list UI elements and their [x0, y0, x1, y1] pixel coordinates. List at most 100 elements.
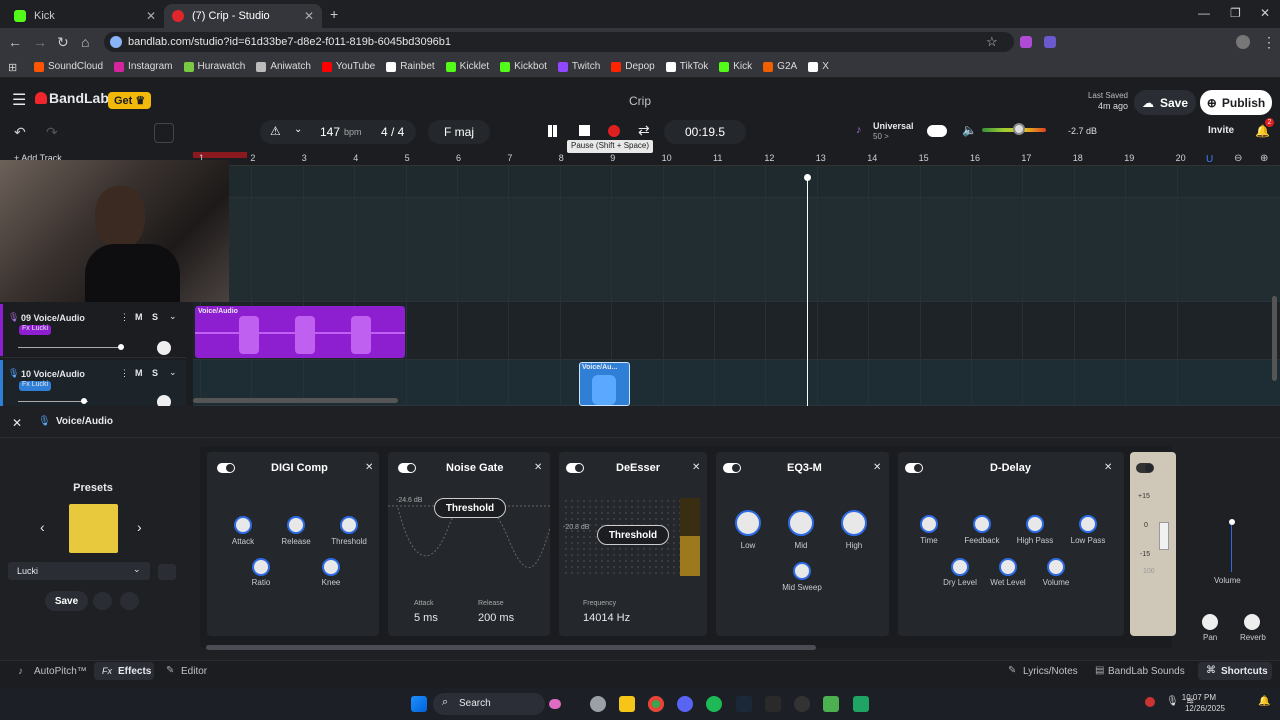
- close-icon[interactable]: ✕: [873, 462, 881, 473]
- audio-clip[interactable]: Voice/Au...: [579, 362, 630, 406]
- ruler-bar-number[interactable]: 4: [353, 153, 358, 163]
- pan-knob[interactable]: [1202, 614, 1218, 630]
- universal-label[interactable]: Universal: [873, 121, 914, 131]
- menu-icon[interactable]: ⋮: [1262, 34, 1276, 51]
- ruler-bar-number[interactable]: 15: [919, 153, 929, 163]
- track-arrangement[interactable]: Voice/Audio Voice/Au...: [193, 166, 1280, 406]
- editor-tab[interactable]: Editor: [181, 666, 207, 677]
- chevron-down-icon[interactable]: ⌄: [294, 124, 302, 135]
- preset-select[interactable]: Lucki ⌄: [8, 562, 150, 580]
- steam-icon[interactable]: [736, 696, 752, 712]
- magnet-icon[interactable]: U: [1206, 154, 1213, 165]
- bell-icon[interactable]: 🔔: [1258, 696, 1270, 707]
- chevron-left-icon[interactable]: ‹: [40, 519, 45, 535]
- ruler-bar-number[interactable]: 8: [559, 153, 564, 163]
- close-icon[interactable]: ✕: [692, 462, 700, 473]
- track-header[interactable]: 🎙 09 Voice/Audio Fx Lucki ⋮ M S ⌄: [0, 304, 186, 358]
- preset-save-button[interactable]: Save: [45, 591, 88, 611]
- url-field[interactable]: bandlab.com/studio?id=61d33be7-d8e2-f011…: [104, 32, 1014, 52]
- back-icon[interactable]: ←: [8, 34, 22, 50]
- app-icon[interactable]: [823, 696, 839, 712]
- universal-sub[interactable]: 50 >: [873, 132, 889, 141]
- chevron-right-icon[interactable]: ›: [137, 519, 142, 535]
- invite-button[interactable]: Invite: [1208, 125, 1234, 136]
- ruler-bar-number[interactable]: 19: [1124, 153, 1134, 163]
- epic-games-icon[interactable]: [765, 696, 781, 712]
- release-value[interactable]: 200 ms: [478, 612, 514, 624]
- low-pass-knob[interactable]: [1079, 515, 1097, 533]
- volume-handle[interactable]: [1229, 519, 1235, 525]
- ruler-bar-number[interactable]: 9: [610, 153, 615, 163]
- track-name[interactable]: 09 Voice/Audio: [21, 313, 85, 323]
- bookmark-kickbot[interactable]: Kickbot: [500, 61, 547, 72]
- attack-knob[interactable]: [234, 516, 252, 534]
- brand-name[interactable]: BandLab: [49, 90, 109, 106]
- extension-icon[interactable]: [1020, 36, 1032, 48]
- effect-toggle[interactable]: [723, 463, 741, 473]
- ruler-bar-number[interactable]: 20: [1176, 153, 1186, 163]
- close-icon[interactable]: ✕: [1104, 462, 1112, 473]
- high-knob[interactable]: [841, 510, 867, 536]
- key-selector[interactable]: F maj: [428, 120, 490, 144]
- bookmark-youtube[interactable]: YouTube: [321, 61, 375, 72]
- bookmark-x[interactable]: X: [808, 61, 829, 72]
- speaker-icon[interactable]: 🔈: [962, 123, 977, 137]
- windows-start-icon[interactable]: [411, 696, 427, 712]
- file-explorer-icon[interactable]: [619, 696, 635, 712]
- record-icon[interactable]: [608, 125, 620, 137]
- more-icon[interactable]: ⋮: [120, 368, 129, 379]
- loop-icon[interactable]: ⇄: [638, 122, 650, 139]
- fader-handle[interactable]: [1159, 522, 1169, 550]
- frequency-value[interactable]: 14014 Hz: [583, 612, 630, 624]
- apps-icon[interactable]: ⊞: [8, 61, 17, 74]
- redo-icon[interactable]: ↷: [46, 124, 58, 141]
- high-pass-knob[interactable]: [1026, 515, 1044, 533]
- spotify-icon[interactable]: [706, 696, 722, 712]
- effect-toggle[interactable]: [566, 463, 584, 473]
- discord-icon[interactable]: [677, 696, 693, 712]
- effect-toggle[interactable]: [217, 463, 235, 473]
- close-icon[interactable]: ✕: [365, 462, 373, 473]
- more-icon[interactable]: [120, 592, 139, 610]
- tab-studio[interactable]: (7) Crip - Studio ✕: [164, 4, 322, 28]
- bookmark-g2a[interactable]: G2A: [763, 61, 797, 72]
- pause-icon[interactable]: [548, 125, 552, 137]
- timeline-ruler[interactable]: U ⊖ ⊕ 1 2 3 4 5 6 7 8 9 10 11 12 13 14 15 16 17 18 19 20: [193, 152, 1280, 166]
- volume-handle[interactable]: [118, 344, 124, 350]
- pan-knob[interactable]: [157, 341, 171, 355]
- bookmark-rainbet[interactable]: Rainbet: [386, 61, 435, 72]
- knee-knob[interactable]: [322, 558, 340, 576]
- ruler-bar-number[interactable]: 14: [867, 153, 877, 163]
- ruler-bar-number[interactable]: 2: [250, 153, 255, 163]
- close-icon[interactable]: ✕: [534, 462, 542, 473]
- chevron-down-icon[interactable]: ⌄: [169, 311, 177, 322]
- metronome-icon[interactable]: ⚠: [270, 124, 281, 138]
- project-title[interactable]: Crip: [600, 94, 680, 108]
- taskbar-search[interactable]: ⌕ Search: [433, 693, 561, 715]
- bookmark-twitch[interactable]: Twitch: [557, 61, 600, 72]
- extension-icon[interactable]: [1044, 36, 1056, 48]
- bookmark-instagram[interactable]: Instagram: [114, 61, 173, 72]
- chrome-icon[interactable]: [648, 696, 664, 712]
- rack-scrollbar[interactable]: [206, 645, 816, 650]
- bookmark-soundcloud[interactable]: SoundCloud: [34, 61, 103, 72]
- close-icon[interactable]: ✕: [304, 9, 314, 23]
- bypass-icon[interactable]: [158, 564, 176, 580]
- ruler-bar-number[interactable]: 11: [713, 153, 722, 163]
- track-volume-slider[interactable]: [18, 347, 122, 348]
- mid-knob[interactable]: [788, 510, 814, 536]
- lyrics-button[interactable]: Lyrics/Notes: [1023, 666, 1078, 677]
- volume-slider[interactable]: [1231, 522, 1232, 572]
- playhead-handle[interactable]: [804, 174, 811, 181]
- bpm-value[interactable]: 147: [320, 125, 340, 139]
- channel-volume[interactable]: [1213, 476, 1253, 576]
- vertical-scrollbar[interactable]: [1272, 296, 1277, 381]
- ruler-bar-number[interactable]: 3: [302, 153, 307, 163]
- autopitch-tab[interactable]: AutoPitch™: [34, 666, 87, 677]
- close-icon[interactable]: ✕: [146, 9, 156, 23]
- grid-icon[interactable]: [154, 123, 174, 143]
- more-icon[interactable]: ⋮: [120, 312, 129, 323]
- home-icon[interactable]: ⌂: [81, 34, 89, 50]
- time-signature[interactable]: 4 / 4: [381, 125, 404, 139]
- ruler-bar-number[interactable]: 5: [405, 153, 410, 163]
